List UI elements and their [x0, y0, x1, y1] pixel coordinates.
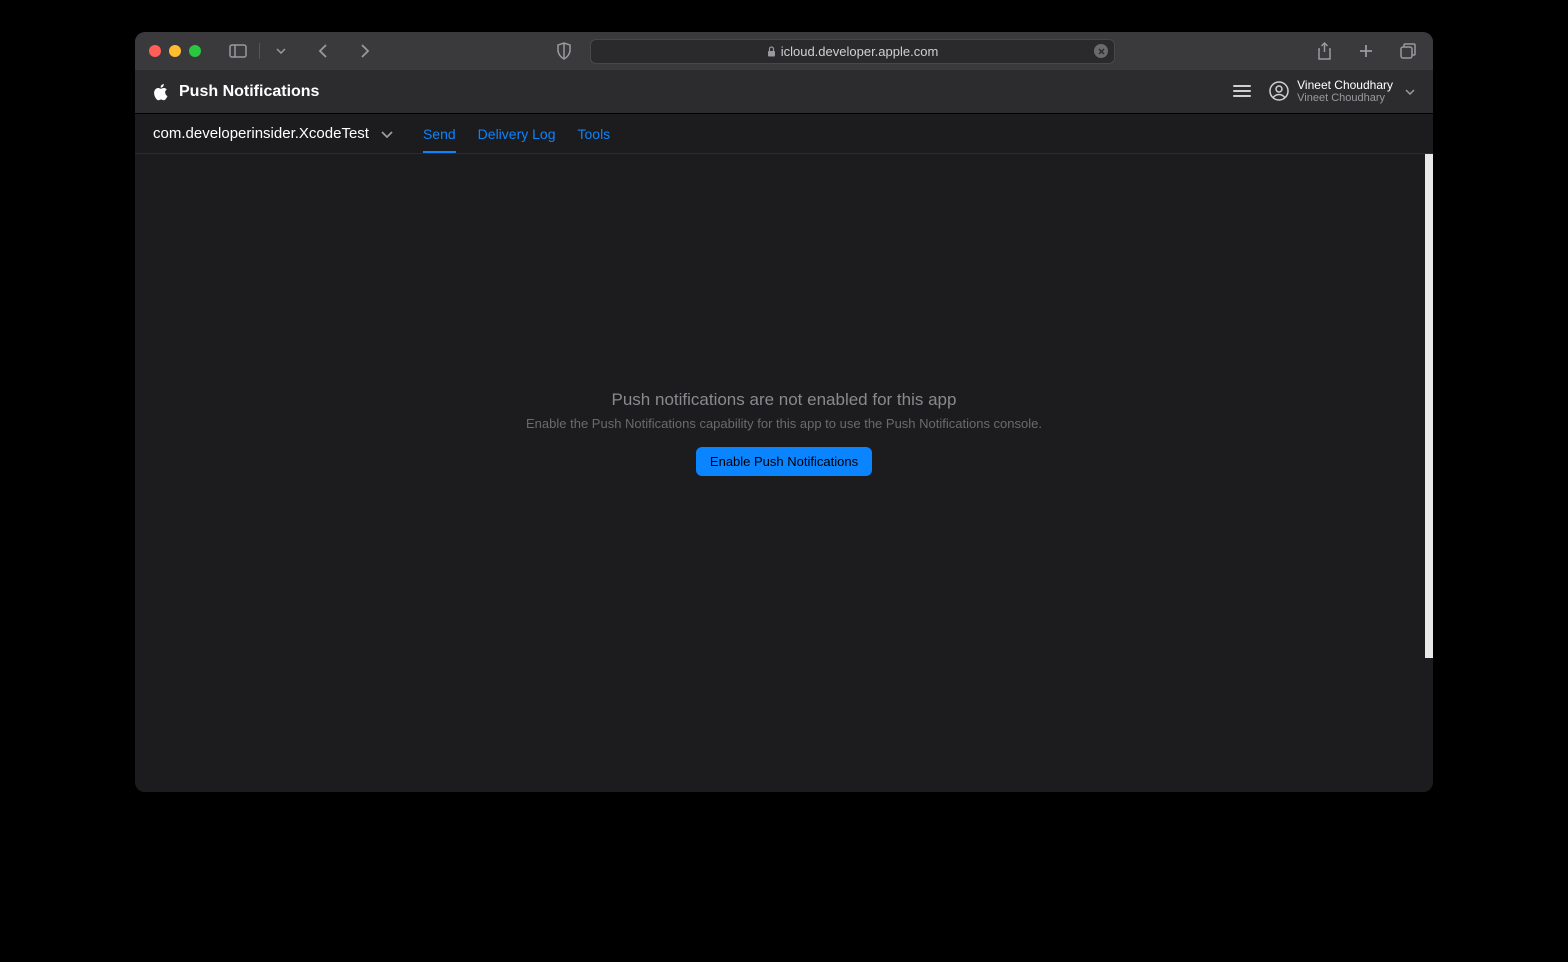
empty-state-subtitle: Enable the Push Notifications capability… [526, 416, 1042, 431]
user-sub: Vineet Choudhary [1297, 92, 1393, 105]
share-icon[interactable] [1313, 40, 1335, 62]
app-title: Push Notifications [179, 83, 319, 101]
address-bar[interactable]: icloud.developer.apple.com [590, 39, 1115, 64]
browser-window: icloud.developer.apple.com [135, 32, 1433, 792]
app-logo[interactable]: Push Notifications [153, 83, 319, 101]
user-name: Vineet Choudhary [1297, 78, 1393, 92]
maximize-window-button[interactable] [189, 45, 201, 57]
tab-tools[interactable]: Tools [578, 114, 611, 153]
tab-label: Send [423, 126, 456, 142]
chevron-down-icon [381, 125, 393, 142]
user-name-wrap: Vineet Choudhary Vineet Choudhary [1297, 78, 1393, 106]
traffic-lights [149, 45, 201, 57]
sidebar-toggle-icon[interactable] [227, 40, 249, 62]
minimize-window-button[interactable] [169, 45, 181, 57]
app-header: Push Notifications Vineet Choudhary Vine… [135, 70, 1433, 114]
apple-icon [153, 83, 169, 101]
forward-button[interactable] [354, 40, 376, 62]
tab-label: Delivery Log [478, 126, 556, 142]
sub-header: com.developerinsider.XcodeTest Send Deli… [135, 114, 1433, 154]
back-button[interactable] [312, 40, 334, 62]
content-area: Push notifications are not enabled for t… [135, 154, 1433, 792]
user-avatar-icon [1269, 81, 1289, 101]
privacy-shield-icon[interactable] [556, 42, 572, 60]
bundle-id-selector[interactable]: com.developerinsider.XcodeTest [153, 125, 393, 142]
close-window-button[interactable] [149, 45, 161, 57]
toolbar-divider [259, 43, 260, 59]
address-url: icloud.developer.apple.com [781, 44, 939, 59]
scrollbar-thumb[interactable] [1425, 154, 1433, 658]
tabs-overview-icon[interactable] [1397, 40, 1419, 62]
hamburger-menu-icon[interactable] [1233, 85, 1251, 97]
empty-state: Push notifications are not enabled for t… [526, 390, 1042, 476]
scrollbar-track [1425, 154, 1433, 792]
tabs: Send Delivery Log Tools [423, 114, 610, 153]
browser-toolbar: icloud.developer.apple.com [135, 32, 1433, 70]
app-header-right: Vineet Choudhary Vineet Choudhary [1233, 78, 1415, 106]
toolbar-right [1313, 40, 1419, 62]
user-menu[interactable]: Vineet Choudhary Vineet Choudhary [1269, 78, 1415, 106]
tab-send[interactable]: Send [423, 114, 456, 153]
address-bar-area: icloud.developer.apple.com [384, 39, 1287, 64]
enable-push-notifications-button[interactable]: Enable Push Notifications [696, 447, 872, 476]
new-tab-icon[interactable] [1355, 40, 1377, 62]
empty-state-title: Push notifications are not enabled for t… [526, 390, 1042, 410]
chevron-down-icon [1405, 82, 1415, 100]
lock-icon [767, 46, 776, 57]
tab-group-chevron-icon[interactable] [270, 40, 292, 62]
bundle-id-label: com.developerinsider.XcodeTest [153, 125, 369, 142]
tab-label: Tools [578, 126, 611, 142]
clear-address-icon[interactable] [1094, 44, 1108, 58]
tab-delivery-log[interactable]: Delivery Log [478, 114, 556, 153]
